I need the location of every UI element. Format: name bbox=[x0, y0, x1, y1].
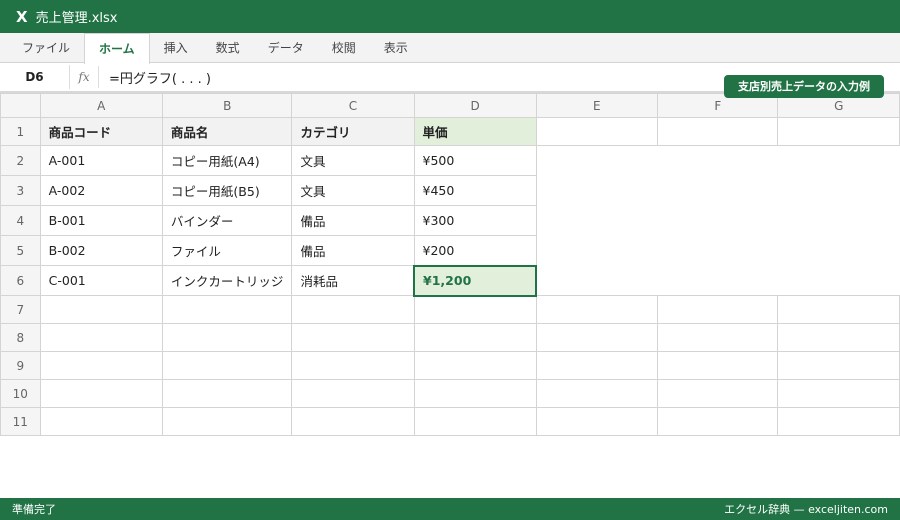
cell[interactable]: バインダー bbox=[161, 205, 293, 236]
cell[interactable] bbox=[39, 407, 163, 436]
excel-logo-icon: X bbox=[16, 7, 28, 26]
cell[interactable] bbox=[535, 351, 659, 380]
cell[interactable] bbox=[657, 407, 779, 436]
tab-formulas[interactable]: 数式 bbox=[202, 33, 254, 62]
empty-area bbox=[536, 145, 900, 296]
ribbon-tabs: ファイル ホーム 挿入 数式 データ 校閲 表示 bbox=[0, 33, 900, 64]
cell-header[interactable]: 単価 bbox=[413, 117, 537, 146]
cell-header[interactable]: カテゴリ bbox=[291, 117, 415, 146]
row-header[interactable]: 6 bbox=[0, 265, 41, 296]
cell[interactable] bbox=[291, 351, 415, 380]
column-header[interactable]: A bbox=[39, 93, 163, 118]
row-header[interactable]: 8 bbox=[0, 323, 41, 352]
row-header[interactable]: 9 bbox=[0, 351, 41, 380]
cell[interactable]: A-002 bbox=[39, 175, 163, 206]
cell[interactable] bbox=[777, 295, 900, 324]
row-header[interactable]: 2 bbox=[0, 145, 41, 176]
cell[interactable] bbox=[291, 295, 415, 324]
row-header[interactable]: 4 bbox=[0, 205, 41, 236]
tab-file[interactable]: ファイル bbox=[8, 33, 84, 62]
cell[interactable]: B-001 bbox=[39, 205, 163, 236]
cell[interactable]: 文具 bbox=[291, 175, 415, 206]
tab-review[interactable]: 校閲 bbox=[318, 33, 370, 62]
cell[interactable] bbox=[777, 351, 900, 380]
cell[interactable] bbox=[413, 323, 537, 352]
column-header[interactable]: B bbox=[161, 93, 293, 118]
cell[interactable] bbox=[777, 379, 900, 408]
cell[interactable]: インクカートリッジ bbox=[161, 265, 293, 296]
row-header[interactable]: 3 bbox=[0, 175, 41, 206]
row-header[interactable]: 11 bbox=[0, 407, 41, 436]
tab-home[interactable]: ホーム bbox=[84, 33, 150, 64]
tab-data[interactable]: データ bbox=[254, 33, 318, 62]
cell[interactable] bbox=[161, 407, 293, 436]
row-header[interactable]: 1 bbox=[0, 117, 41, 146]
file-name: 売上管理.xlsx bbox=[35, 11, 118, 26]
cell[interactable]: A-001 bbox=[39, 145, 163, 176]
cell[interactable] bbox=[413, 379, 537, 408]
cell[interactable] bbox=[535, 407, 659, 436]
cell[interactable]: B-002 bbox=[39, 235, 163, 266]
row-header[interactable]: 7 bbox=[0, 295, 41, 324]
cell[interactable] bbox=[535, 295, 659, 324]
cell[interactable] bbox=[161, 323, 293, 352]
cell[interactable]: ファイル bbox=[161, 235, 293, 266]
cell[interactable]: 文具 bbox=[291, 145, 415, 176]
cell[interactable]: ¥300 bbox=[413, 205, 537, 236]
cell[interactable] bbox=[291, 407, 415, 436]
cell[interactable] bbox=[39, 379, 163, 408]
cell[interactable] bbox=[535, 117, 659, 146]
cell-header[interactable]: 商品名 bbox=[161, 117, 293, 146]
cell[interactable] bbox=[161, 295, 293, 324]
site-credit: エクセル辞典 — exceljiten.com bbox=[724, 503, 888, 516]
status-ready: 準備完了 bbox=[12, 503, 56, 516]
cell[interactable] bbox=[413, 407, 537, 436]
cell[interactable] bbox=[291, 379, 415, 408]
cell[interactable] bbox=[535, 323, 659, 352]
cell[interactable]: ¥200 bbox=[413, 235, 537, 266]
cell[interactable]: コピー用紙(A4) bbox=[161, 145, 293, 176]
title-bar: X 売上管理.xlsx bbox=[0, 0, 900, 33]
spreadsheet-grid: A B C D E F G 1 商品コード 商品名 カテゴリ 単価 2 A-00… bbox=[0, 93, 900, 436]
cell[interactable] bbox=[657, 323, 779, 352]
cell[interactable] bbox=[535, 379, 659, 408]
tab-view[interactable]: 表示 bbox=[370, 33, 422, 62]
cell-header[interactable]: 商品コード bbox=[39, 117, 163, 146]
example-badge: 支店別売上データの入力例 bbox=[724, 75, 884, 98]
cell[interactable]: 備品 bbox=[291, 205, 415, 236]
cell[interactable] bbox=[413, 295, 537, 324]
cell[interactable] bbox=[777, 323, 900, 352]
cell[interactable]: ¥500 bbox=[413, 145, 537, 176]
tab-insert[interactable]: 挿入 bbox=[150, 33, 202, 62]
cell[interactable] bbox=[777, 407, 900, 436]
cell[interactable] bbox=[161, 351, 293, 380]
cell[interactable] bbox=[39, 351, 163, 380]
cell[interactable] bbox=[161, 379, 293, 408]
select-all-corner[interactable] bbox=[0, 93, 41, 118]
cell[interactable] bbox=[291, 323, 415, 352]
cell[interactable] bbox=[39, 323, 163, 352]
cell[interactable]: C-001 bbox=[39, 265, 163, 296]
row-header[interactable]: 5 bbox=[0, 235, 41, 266]
active-cell[interactable]: ¥1,200 bbox=[413, 264, 538, 297]
status-bar: 準備完了 エクセル辞典 — exceljiten.com bbox=[0, 498, 900, 520]
cell[interactable] bbox=[657, 295, 779, 324]
row-header[interactable]: 10 bbox=[0, 379, 41, 408]
cell[interactable]: 消耗品 bbox=[291, 265, 415, 296]
fx-icon[interactable]: fx bbox=[70, 66, 99, 88]
name-box[interactable]: D6 bbox=[0, 65, 70, 89]
formula-input[interactable]: =円グラフ( . . . ) bbox=[99, 68, 211, 87]
cell[interactable] bbox=[657, 379, 779, 408]
column-header[interactable]: E bbox=[535, 93, 659, 118]
cell[interactable] bbox=[777, 117, 900, 146]
cell[interactable] bbox=[413, 351, 537, 380]
cell[interactable]: コピー用紙(B5) bbox=[161, 175, 293, 206]
cell[interactable]: 備品 bbox=[291, 235, 415, 266]
cell[interactable] bbox=[657, 351, 779, 380]
cell[interactable] bbox=[657, 117, 779, 146]
cell[interactable] bbox=[39, 295, 163, 324]
column-header[interactable]: D bbox=[413, 93, 537, 118]
cell[interactable]: ¥450 bbox=[413, 175, 537, 206]
column-header[interactable]: C bbox=[291, 93, 415, 118]
